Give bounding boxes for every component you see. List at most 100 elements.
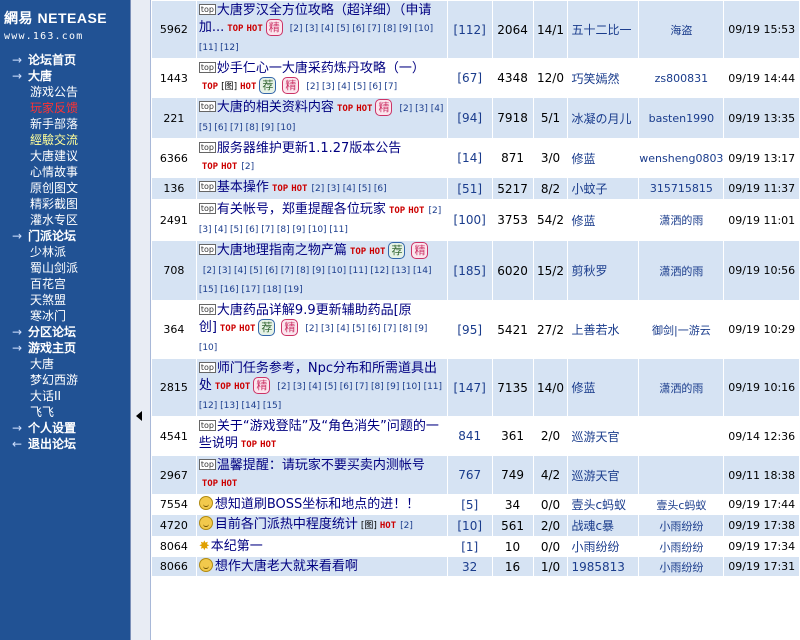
topic-title-link[interactable]: 妙手仁心一大唐采药炼丹攻略（一） — [217, 61, 425, 76]
reply-count[interactable]: [185] — [447, 241, 492, 300]
topic-title-link[interactable]: 服务器维护更新1.1.27版本公告 — [217, 141, 401, 156]
last-poster-link[interactable]: 潇洒的雨 — [639, 359, 724, 416]
sidebar-item-22[interactable]: 飞飞 — [0, 404, 130, 420]
sidebar-item-label: 大话II — [30, 389, 62, 403]
topic-title-link[interactable]: 本纪第一 — [211, 539, 263, 554]
topic-title-link[interactable]: 有关帐号，郑重提醒各位玩家 — [217, 202, 386, 217]
sidebar-item-18[interactable]: → 游戏主页 — [0, 340, 130, 356]
view-count: 871 — [492, 139, 533, 177]
author-link[interactable]: 冰凝の月儿 — [568, 98, 639, 138]
sidebar-item-4[interactable]: 新手部落 — [0, 116, 130, 132]
image-label: [图] — [221, 82, 238, 92]
sidebar-item-23[interactable]: → 个人设置 — [0, 420, 130, 436]
reply-count[interactable]: 32 — [447, 557, 492, 576]
page-links[interactable]: [2] — [241, 162, 254, 172]
author-link[interactable]: 修蓝 — [568, 200, 639, 240]
sidebar-item-12[interactable]: 少林派 — [0, 244, 130, 260]
view-count: 10 — [492, 537, 533, 556]
reply-count[interactable]: [1] — [447, 537, 492, 556]
reply-count[interactable]: 841 — [447, 417, 492, 455]
sidebar-item-6[interactable]: 大唐建议 — [0, 148, 130, 164]
reply-count[interactable]: [10] — [447, 515, 492, 536]
reply-count[interactable]: [5] — [447, 495, 492, 514]
last-poster-link[interactable]: 小雨纷纷 — [639, 537, 724, 556]
sidebar-item-5[interactable]: 經驗交流 — [0, 132, 130, 148]
author-link[interactable]: 修蓝 — [568, 359, 639, 416]
netease-logo[interactable]: 網易 NETEASE www.163.com — [0, 0, 130, 50]
topic-title-link[interactable]: 目前各门派热中程度统计 — [215, 517, 358, 532]
author-link[interactable]: 1985813 — [568, 557, 639, 576]
author-link[interactable]: 巧笑嫣然 — [568, 59, 639, 97]
sidebar-item-1[interactable]: → 大唐 — [0, 68, 130, 84]
sidebar-item-11[interactable]: → 门派论坛 — [0, 228, 130, 244]
author-link[interactable]: 小雨纷纷 — [568, 537, 639, 556]
topic-title-link[interactable]: 想知道刷BOSS坐标和地点的进！！ — [215, 497, 419, 512]
topic-title-cell: 目前各门派热中程度统计 [图] HOT [2] — [196, 515, 447, 536]
page-links[interactable]: [2] [3] [4] [5] [6] [7] [8] [9] [10] [11… — [199, 266, 432, 295]
sidebar-item-14[interactable]: 百花宫 — [0, 276, 130, 292]
author-link[interactable]: 壹头ⅽ蚂蚁 — [568, 495, 639, 514]
last-poster-link[interactable]: 潇洒的雨 — [639, 241, 724, 300]
table-row: 2967 top 温馨提醒：请玩家不要买卖内测帐号 TOP HOT 767 749 4/2 巡游… — [152, 456, 799, 494]
last-poster-link[interactable]: 海盗 — [639, 1, 724, 58]
reply-count[interactable]: [112] — [447, 1, 492, 58]
sidebar-item-20[interactable]: 梦幻西游 — [0, 372, 130, 388]
topic-title-link[interactable]: 大唐的相关资料内容 — [217, 100, 334, 115]
author-link[interactable]: 小蚊子 — [568, 178, 639, 199]
last-poster-link[interactable] — [639, 417, 724, 455]
sidebar-item-15[interactable]: 天煞盟 — [0, 292, 130, 308]
sidebar-item-16[interactable]: 寒冰门 — [0, 308, 130, 324]
sidebar-item-8[interactable]: 原创图文 — [0, 180, 130, 196]
sidebar-item-13[interactable]: 蜀山剑派 — [0, 260, 130, 276]
topic-title-link[interactable]: 温馨提醒：请玩家不要买卖内测帐号 — [217, 458, 425, 473]
author-link[interactable]: 战魂ⅽ暴 — [568, 515, 639, 536]
page-links[interactable]: [2] — [400, 521, 413, 531]
last-poster-link[interactable]: 小雨纷纷 — [639, 557, 724, 576]
sidebar-item-0[interactable]: → 论坛首页 — [0, 52, 130, 68]
author-link[interactable]: 上善若水 — [568, 301, 639, 358]
reply-count[interactable]: [100] — [447, 200, 492, 240]
topic-title-link[interactable]: 大唐地理指南之物产篇 — [217, 243, 347, 258]
sidebar-item-2[interactable]: 游戏公告 — [0, 84, 130, 100]
sidebar-item-3[interactable]: 玩家反馈 — [0, 100, 130, 116]
topic-title-link[interactable]: 关于“游戏登陆”及“角色消失”问题的一些说明 — [199, 419, 439, 451]
reply-count[interactable]: [51] — [447, 178, 492, 199]
last-poster-link[interactable]: 潇洒的雨 — [639, 200, 724, 240]
reply-count[interactable]: 767 — [447, 456, 492, 494]
sidebar-item-9[interactable]: 精彩截图 — [0, 196, 130, 212]
reply-count[interactable]: [95] — [447, 301, 492, 358]
sidebar-item-19[interactable]: 大唐 — [0, 356, 130, 372]
reply-count[interactable]: [147] — [447, 359, 492, 416]
reply-count[interactable]: [67] — [447, 59, 492, 97]
last-poster-link[interactable]: zs800831 — [639, 59, 724, 97]
author-link[interactable]: 五十二比一 — [568, 1, 639, 58]
sidebar-item-17[interactable]: → 分区论坛 — [0, 324, 130, 340]
last-poster-link[interactable]: 315715815 — [639, 178, 724, 199]
table-row: 6366 top 服务器维护更新1.1.27版本公告 TOP HOT [2] [14] 871… — [152, 139, 799, 177]
author-link[interactable]: 修蓝 — [568, 139, 639, 177]
reply-count[interactable]: [94] — [447, 98, 492, 138]
topic-title-link[interactable]: 想作大唐老大就来看看啊 — [215, 559, 358, 574]
last-post-time: 09/19 13:35 — [724, 98, 799, 138]
reply-count[interactable]: [14] — [447, 139, 492, 177]
sidebar-item-24[interactable]: ← 退出论坛 — [0, 436, 130, 452]
collapse-sidebar-icon[interactable] — [136, 411, 142, 421]
last-poster-link[interactable]: 御剑|一游云 — [639, 301, 724, 358]
author-link[interactable]: 剪秋罗 — [568, 241, 639, 300]
page-links[interactable]: [2] [3] [4] [5] [6] — [311, 184, 386, 194]
author-link[interactable]: 巡游天官 — [568, 417, 639, 455]
sidebar-item-7[interactable]: 心情故事 — [0, 164, 130, 180]
last-poster-link[interactable] — [639, 456, 724, 494]
last-poster-link[interactable]: 壹头ⅽ蚂蚁 — [639, 495, 724, 514]
last-post-time: 09/11 18:38 — [724, 456, 799, 494]
last-poster-link[interactable]: wensheng0803 — [639, 139, 724, 177]
topic-title-link[interactable]: 基本操作 — [217, 180, 269, 195]
page-links[interactable]: [2] [3] [4] [5] [6] [7] — [306, 82, 397, 92]
sidebar-item-10[interactable]: 灌水专区 — [0, 212, 130, 228]
sidebar-item-21[interactable]: 大话II — [0, 388, 130, 404]
last-poster-link[interactable]: basten1990 — [639, 98, 724, 138]
author-link[interactable]: 巡游天官 — [568, 456, 639, 494]
sidebar-item-label: 论坛首页 — [28, 53, 77, 67]
elite-badge: 精 — [265, 19, 283, 36]
last-poster-link[interactable]: 小雨纷纷 — [639, 515, 724, 536]
